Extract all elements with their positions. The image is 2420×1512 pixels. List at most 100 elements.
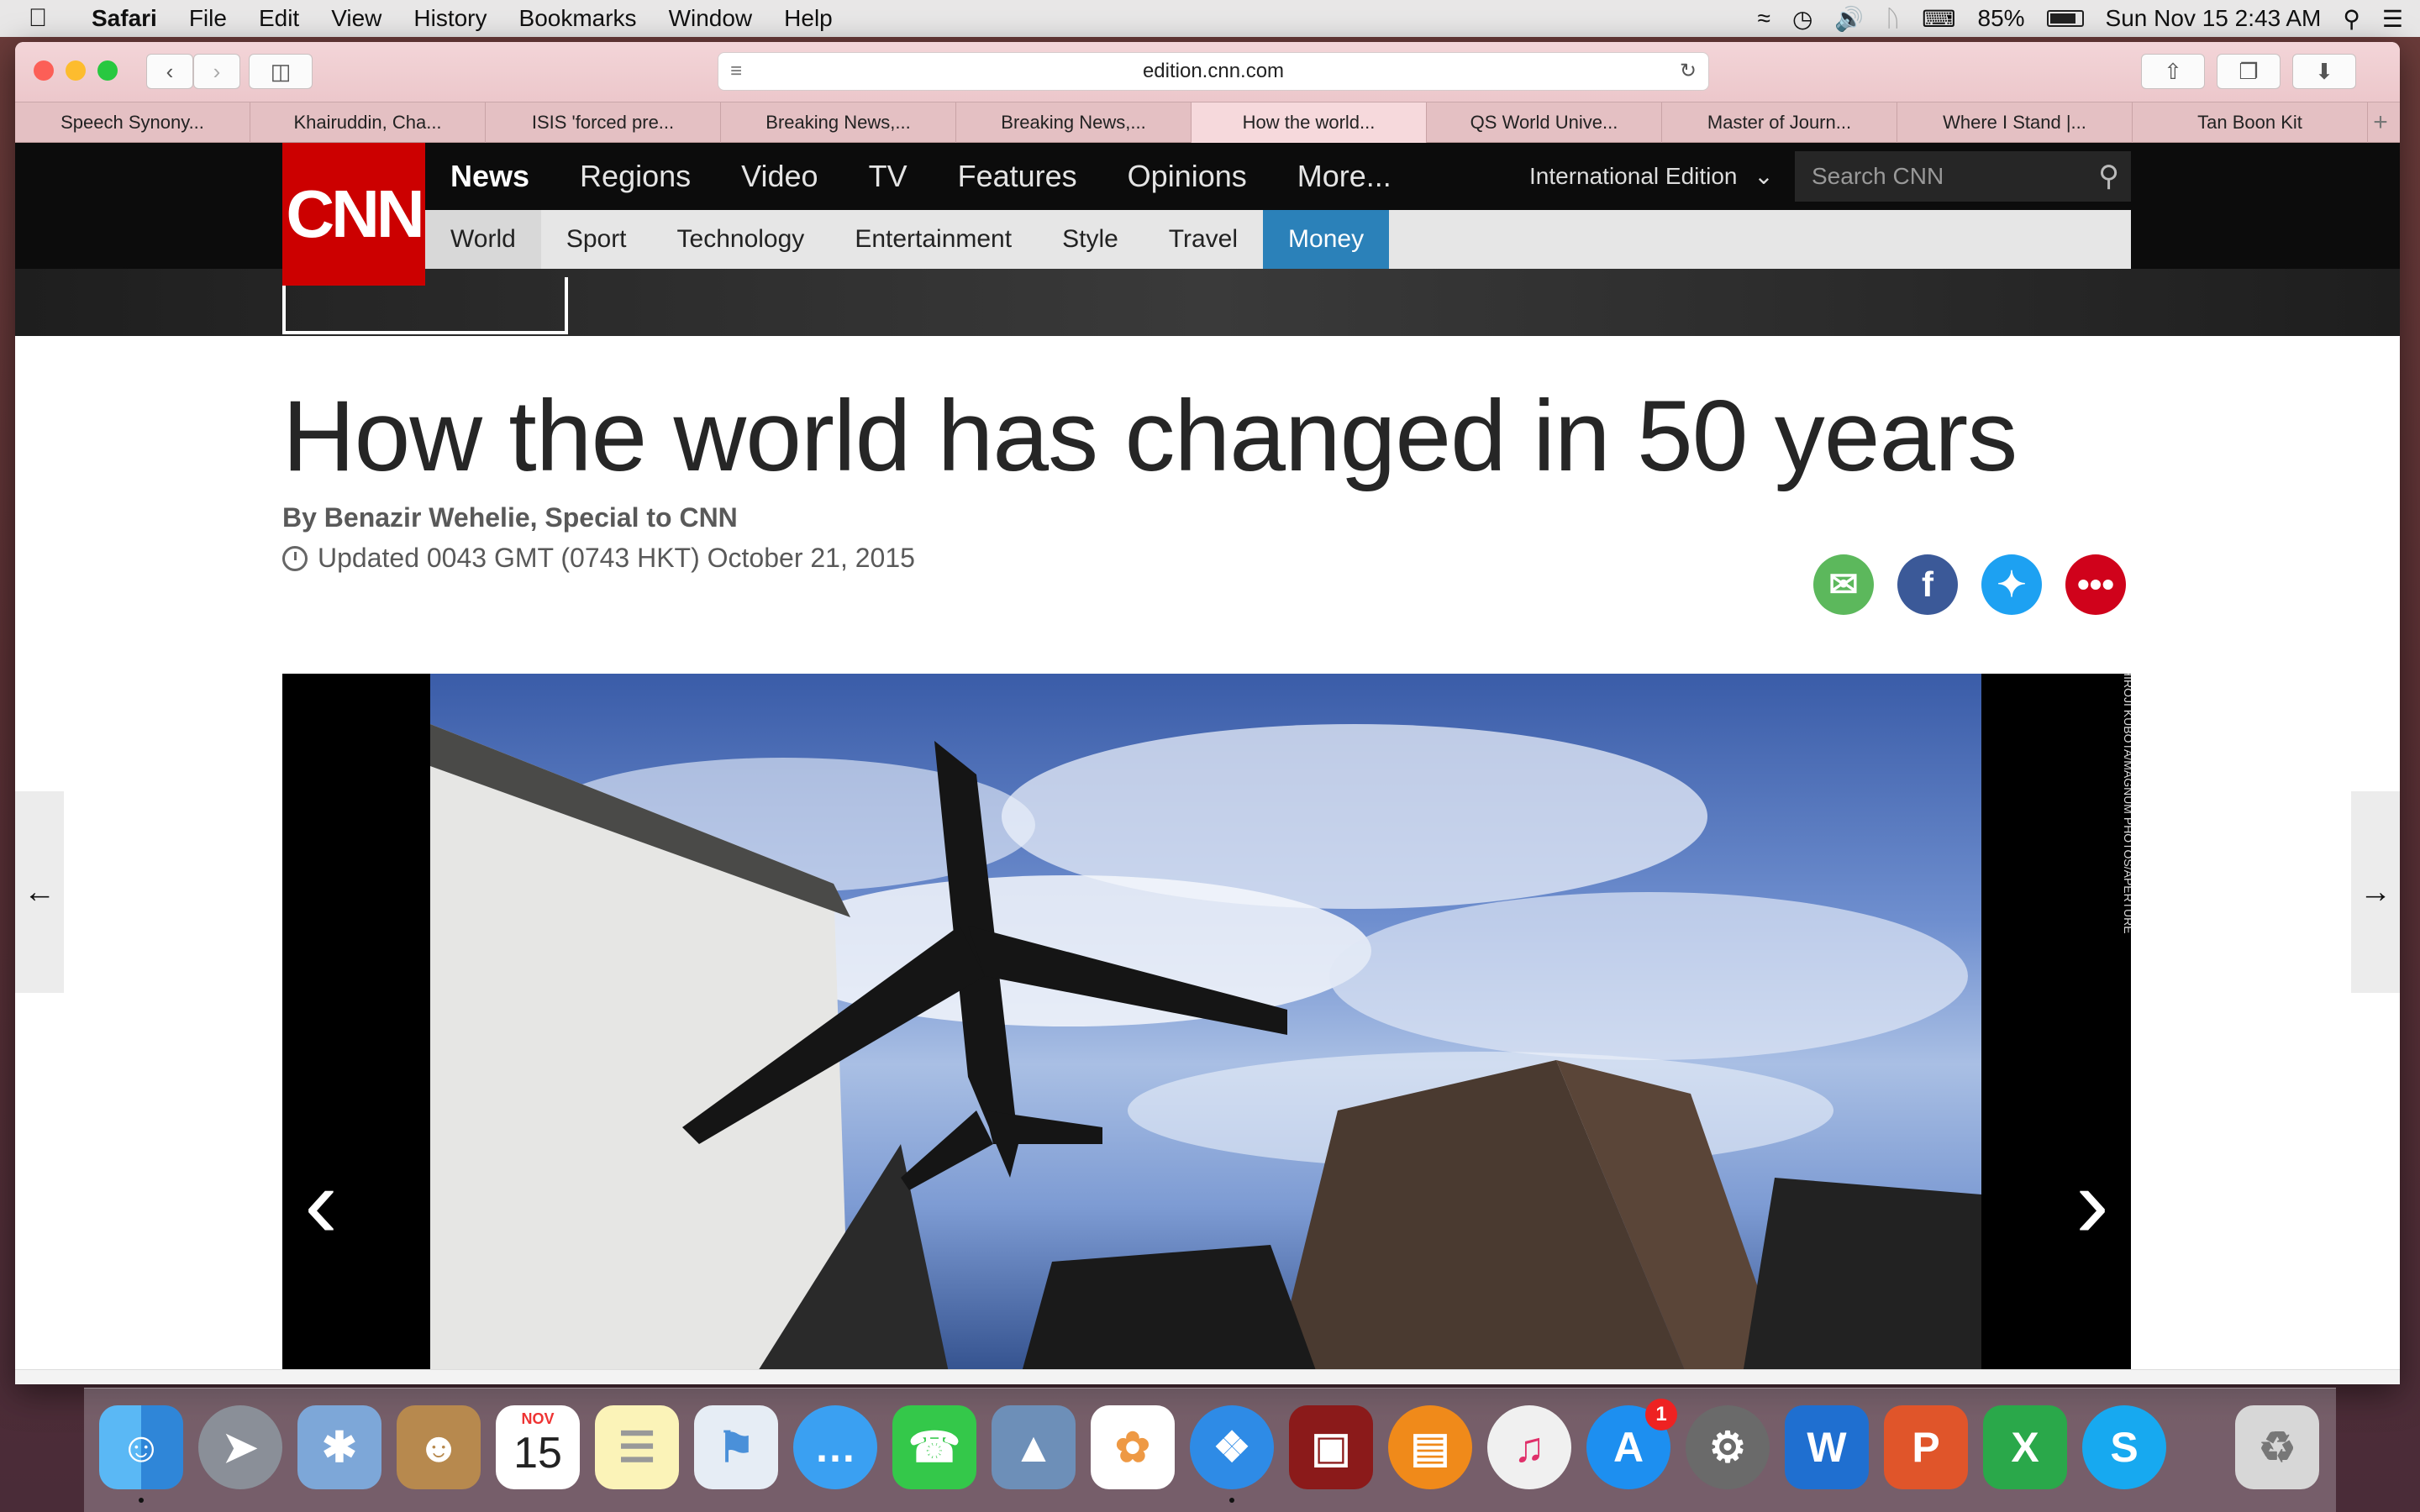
- email-share-button[interactable]: ✉: [1813, 554, 1874, 615]
- twitter-share-button[interactable]: ✦: [1981, 554, 2042, 615]
- subnav-travel[interactable]: Travel: [1144, 210, 1263, 269]
- web-page: CNN News Regions Video TV Features Opini…: [15, 143, 2400, 1384]
- launchpad-icon[interactable]: ➤: [198, 1405, 282, 1489]
- battery-icon[interactable]: [2046, 10, 2084, 27]
- new-tab-button[interactable]: +: [2368, 102, 2393, 142]
- menu-edit[interactable]: Edit: [243, 5, 315, 32]
- battery-percent[interactable]: 85%: [1978, 5, 2025, 32]
- browser-tab[interactable]: Khairuddin, Cha...: [250, 102, 486, 143]
- forward-button[interactable]: ›: [193, 54, 240, 89]
- cnn-search-input[interactable]: Search CNN ⚲: [1795, 151, 2131, 202]
- page-next-button[interactable]: →: [2351, 791, 2400, 993]
- contacts-icon[interactable]: ☻: [397, 1405, 481, 1489]
- photo-credit-text: HIROJI KUBOTA/MAGNUM PHOTOS/APERTURE: [2122, 674, 2131, 934]
- tabs-overview-button[interactable]: ❐: [2217, 54, 2281, 89]
- subnav-world[interactable]: World: [425, 210, 541, 269]
- clock-text[interactable]: Sun Nov 15 2:43 AM: [2106, 5, 2322, 32]
- finder-icon[interactable]: ☺: [99, 1405, 183, 1489]
- subnav-style[interactable]: Style: [1037, 210, 1144, 269]
- edition-selector[interactable]: International Edition ⌄: [1529, 143, 1774, 210]
- photos-icon[interactable]: ✿: [1091, 1405, 1175, 1489]
- browser-tab[interactable]: QS World Unive...: [1427, 102, 1662, 143]
- skype-icon[interactable]: S: [2082, 1405, 2166, 1489]
- sidebar-button[interactable]: ◫: [249, 54, 313, 89]
- menu-history[interactable]: History: [397, 5, 502, 32]
- primary-nav: News Regions Video TV Features Opinions …: [425, 143, 1417, 210]
- time-machine-icon[interactable]: ◷: [1792, 5, 1812, 33]
- subnav-entertainment[interactable]: Entertainment: [829, 210, 1037, 269]
- trash-icon[interactable]: ♻: [2235, 1405, 2319, 1489]
- gallery-next-button[interactable]: ›: [2059, 1144, 2126, 1262]
- browser-tab[interactable]: Breaking News,...: [721, 102, 956, 143]
- photo-gallery: HIROJI KUBOTA/MAGNUM PHOTOS/APERTURE ‹ ›: [282, 674, 2131, 1384]
- browser-tab[interactable]: ISIS 'forced pre...: [486, 102, 721, 143]
- close-window-button[interactable]: [34, 60, 54, 81]
- calendar-icon[interactable]: NOV 15: [496, 1405, 580, 1489]
- cnn-header: CNN News Regions Video TV Features Opini…: [15, 143, 2400, 336]
- browser-tab[interactable]: Breaking News,...: [956, 102, 1192, 143]
- itunes-icon[interactable]: ♫: [1487, 1405, 1571, 1489]
- volume-icon[interactable]: 🔊: [1834, 5, 1864, 33]
- maps-icon[interactable]: ⚑: [694, 1405, 778, 1489]
- article-byline[interactable]: By Benazir Wehelie, Special to CNN: [282, 502, 738, 533]
- subnav-sport[interactable]: Sport: [541, 210, 652, 269]
- spotlight-icon[interactable]: ⚲: [2343, 5, 2360, 33]
- menu-help[interactable]: Help: [768, 5, 849, 32]
- nav-news[interactable]: News: [425, 159, 555, 194]
- subnav-technology[interactable]: Technology: [652, 210, 830, 269]
- notes-icon[interactable]: ☰: [595, 1405, 679, 1489]
- zoom-window-button[interactable]: [97, 60, 118, 81]
- word-icon[interactable]: W: [1785, 1405, 1869, 1489]
- system-preferences-icon[interactable]: ⚙: [1686, 1405, 1770, 1489]
- browser-tab[interactable]: Master of Journ...: [1662, 102, 1897, 143]
- gallery-photo-airplane[interactable]: [430, 674, 1981, 1384]
- share-button[interactable]: ⇧: [2141, 54, 2205, 89]
- downloads-button[interactable]: ⬇: [2292, 54, 2356, 89]
- reader-icon[interactable]: ≡: [730, 53, 742, 90]
- browser-tab[interactable]: Speech Synony...: [15, 102, 250, 143]
- nav-more[interactable]: More...: [1272, 159, 1417, 194]
- nav-video[interactable]: Video: [716, 159, 843, 194]
- safari-icon[interactable]: ❖: [1190, 1405, 1274, 1489]
- section-subnav: World Sport Technology Entertainment Sty…: [425, 210, 2131, 269]
- menu-view[interactable]: View: [315, 5, 397, 32]
- apple-icon[interactable]: : [0, 4, 76, 33]
- search-icon[interactable]: ⚲: [2098, 151, 2119, 202]
- excel-icon[interactable]: X: [1983, 1405, 2067, 1489]
- more-share-button[interactable]: •••: [2065, 554, 2126, 615]
- notification-center-icon[interactable]: ☰: [2382, 5, 2403, 33]
- wifi-icon[interactable]: ≈: [1758, 5, 1770, 32]
- nav-features[interactable]: Features: [933, 159, 1102, 194]
- nav-opinions[interactable]: Opinions: [1102, 159, 1272, 194]
- menu-file[interactable]: File: [173, 5, 243, 32]
- nav-regions[interactable]: Regions: [555, 159, 716, 194]
- browser-tab[interactable]: Where I Stand |...: [1897, 102, 2133, 143]
- messages-icon[interactable]: …: [793, 1405, 877, 1489]
- menu-app-name[interactable]: Safari: [76, 5, 173, 32]
- gallery-prev-button[interactable]: ‹: [287, 1144, 355, 1262]
- subnav-money[interactable]: Money: [1263, 210, 1390, 269]
- page-prev-button[interactable]: ←: [15, 791, 64, 993]
- browser-tab-active[interactable]: How the world...: [1192, 102, 1427, 143]
- nav-tv[interactable]: TV: [844, 159, 933, 194]
- ibooks-icon[interactable]: ▤: [1388, 1405, 1472, 1489]
- facebook-share-button[interactable]: f: [1897, 554, 1958, 615]
- back-button[interactable]: ‹: [146, 54, 193, 89]
- app-store-icon[interactable]: A 1: [1586, 1399, 1677, 1489]
- powerpoint-icon[interactable]: P: [1884, 1405, 1968, 1489]
- image-capture-icon[interactable]: ▲: [992, 1405, 1076, 1489]
- input-menu-icon[interactable]: ⌨: [1922, 5, 1955, 33]
- browser-tab[interactable]: Tan Boon Kit: [2133, 102, 2368, 143]
- sidebar-icon: ◫: [270, 58, 292, 84]
- menu-bookmarks[interactable]: Bookmarks: [503, 5, 653, 32]
- menu-window[interactable]: Window: [653, 5, 769, 32]
- reload-icon[interactable]: ↻: [1680, 53, 1697, 90]
- photo-booth-icon[interactable]: ▣: [1289, 1405, 1373, 1489]
- facetime-icon[interactable]: ☎: [892, 1405, 976, 1489]
- horizontal-scrollbar[interactable]: [15, 1369, 2400, 1384]
- bluetooth-icon[interactable]: ᚢ: [1886, 5, 1900, 32]
- minimize-window-button[interactable]: [66, 60, 86, 81]
- cnn-logo[interactable]: CNN: [282, 143, 425, 286]
- preview-photo-icon[interactable]: ✱: [297, 1405, 381, 1489]
- address-bar[interactable]: ≡ edition.cnn.com ↻: [718, 52, 1709, 91]
